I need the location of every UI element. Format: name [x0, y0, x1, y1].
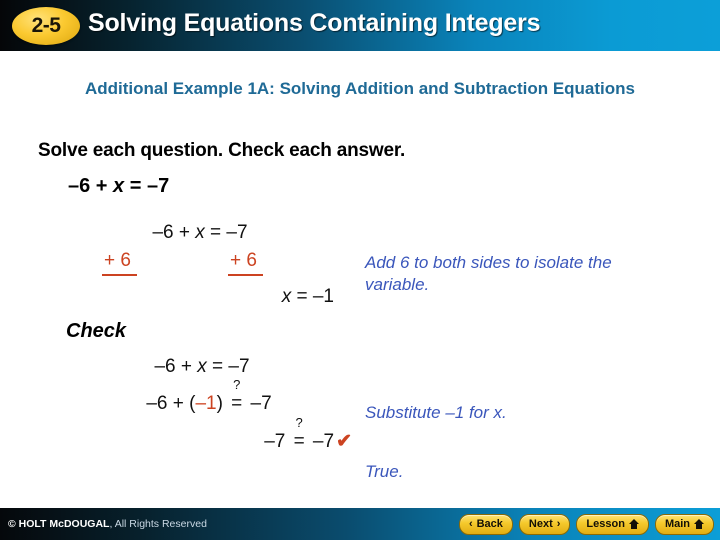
solution-variable: x	[281, 286, 292, 307]
question-mark-glyph: ?	[233, 377, 241, 392]
slide-title: Solving Equations Containing Integers	[88, 9, 541, 37]
check-line-2: –6 + (–1) ? = –7	[60, 378, 360, 430]
main-button-label: Main	[664, 518, 690, 530]
instruction-text: Solve each question. Check each answer.	[38, 140, 406, 161]
question-equals-sign-final: ? =	[291, 416, 308, 453]
annotation-step-2: Substitute –1 for x.	[365, 403, 507, 422]
copyright-rights: , All Rights Reserved	[109, 518, 207, 530]
check-line-1-post: = –7	[206, 356, 250, 377]
lesson-button-label: Lesson	[586, 518, 625, 530]
home-icon	[694, 519, 704, 529]
question-mark-glyph-final: ?	[295, 415, 303, 430]
main-button[interactable]: Main	[654, 513, 714, 535]
check-line-3-post: –7	[307, 431, 335, 452]
add-term-right: + 6	[228, 250, 263, 276]
back-button[interactable]: ‹ Back	[458, 513, 513, 535]
slide-footer: © HOLT McDOUGAL, All Rights Reserved ‹ B…	[0, 508, 720, 540]
chevron-left-icon: ‹	[468, 518, 473, 530]
checkmark-icon: ✔	[336, 431, 352, 452]
add-to-both-sides-row: + 6 + 6	[60, 250, 360, 282]
copyright-notice: © HOLT McDOUGAL, All Rights Reserved	[8, 518, 207, 530]
example-subtitle: Additional Example 1A: Solving Addition …	[84, 79, 635, 98]
solution-value: = –1	[291, 286, 334, 307]
check-line-1: –6 + x = –7	[60, 356, 360, 393]
check-line-2-mid: )	[216, 393, 229, 414]
solution-line: x = –1	[60, 286, 360, 314]
slide-header: 2-5 Solving Equations Containing Integer…	[0, 0, 720, 51]
question-equals-sign: ? =	[228, 378, 245, 415]
annotation-step-1: Add 6 to both sides to isolate the varia…	[365, 253, 612, 295]
navigation-buttons: ‹ Back Next › Lesson Main	[458, 513, 714, 535]
lesson-button[interactable]: Lesson	[576, 513, 649, 535]
next-button[interactable]: Next ›	[518, 513, 571, 535]
problem-equation-right: = –7	[124, 175, 170, 197]
work-equation-post: = –7	[204, 222, 248, 243]
work-equation-pre: –6 +	[152, 222, 196, 243]
check-work-area: –6 + x = –7 –6 + (–1) ? = –7 –7 ? = –7 ✔	[60, 356, 360, 467]
check-line-1-pre: –6 +	[154, 356, 198, 377]
problem-equation: –6 + x = –7	[68, 175, 169, 198]
work-equation-variable: x	[195, 222, 205, 243]
equals-glyph-final: =	[293, 431, 305, 452]
work-equation-line: –6 + x = –7	[60, 222, 360, 250]
problem-equation-variable: x	[113, 175, 125, 197]
check-line-3: –7 ? = –7 ✔	[60, 416, 360, 467]
solution-work-area: –6 + x = –7 + 6 + 6 x = –1	[60, 222, 360, 314]
home-icon	[628, 519, 639, 529]
check-line-3-pre: –7	[264, 431, 291, 452]
next-button-label: Next	[528, 518, 553, 530]
lesson-number-badge: 2-5	[12, 7, 80, 45]
check-line-2-pre: –6 + (	[146, 393, 196, 414]
back-button-label: Back	[476, 518, 503, 530]
add-term-left: + 6	[102, 250, 137, 276]
copyright-brand: © HOLT McDOUGAL	[8, 518, 110, 530]
annotation-step-3: True.	[365, 462, 404, 481]
check-line-2-post: –7	[245, 393, 272, 414]
lesson-number-text: 2-5	[31, 14, 61, 37]
problem-equation-left: –6 +	[68, 175, 114, 197]
check-line-1-variable: x	[197, 356, 207, 377]
equals-glyph: =	[231, 393, 243, 414]
chevron-right-icon: ›	[556, 518, 561, 530]
substituted-value: –1	[195, 393, 217, 414]
check-heading: Check	[66, 320, 127, 342]
